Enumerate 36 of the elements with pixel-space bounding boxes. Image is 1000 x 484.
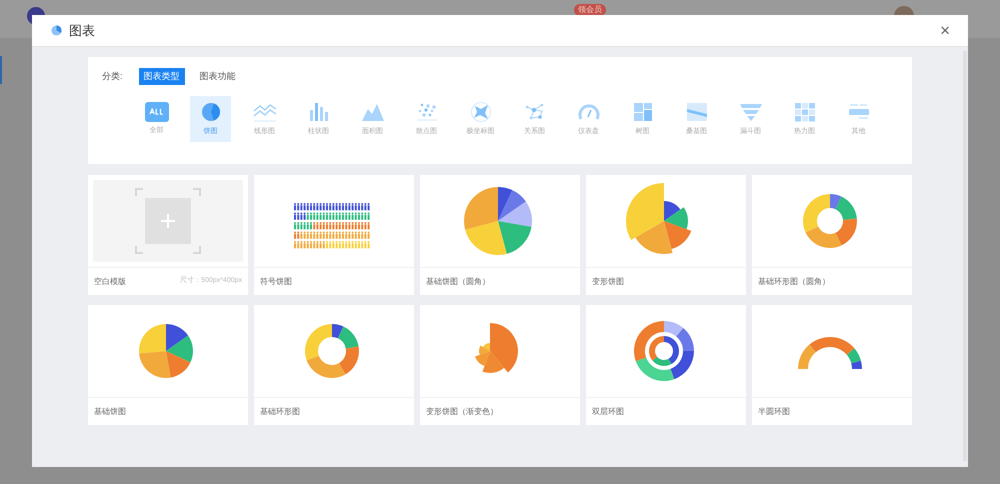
chart-icon <box>51 25 62 36</box>
template-name: 基础环形图 <box>260 406 300 418</box>
template-name: 基础环形图（圆角） <box>758 276 830 288</box>
double-ring-chart-thumbnail <box>634 321 694 381</box>
plus-frame-icon <box>135 188 201 254</box>
template-name: 半圆环图 <box>758 406 790 418</box>
half-ring-chart-thumbnail <box>798 337 862 369</box>
rose-chart-thumbnail <box>474 323 518 373</box>
template-card[interactable]: 基础环形图 <box>254 305 414 425</box>
member-badge[interactable]: 领会员 <box>574 4 606 16</box>
template-card[interactable]: 基础饼图（圆角） <box>420 175 580 295</box>
close-button[interactable]: × <box>940 22 950 39</box>
pie-chart-thumbnail <box>139 324 193 378</box>
template-card[interactable]: 变形饼图（渐变色） <box>420 305 580 425</box>
filter-tab[interactable]: 图表类型 <box>138 68 185 85</box>
filter-label: 分类: <box>102 70 123 83</box>
template-name: 基础饼图（圆角） <box>426 276 490 288</box>
pie-chart-thumbnail <box>464 187 532 255</box>
template-name: 基础饼图 <box>94 406 126 418</box>
template-name: 变形饼图（渐变色） <box>426 406 498 418</box>
dialog-title: 图表 <box>69 22 95 40</box>
template-name: 双层环图 <box>592 406 624 418</box>
template-name: 符号饼图 <box>260 276 292 288</box>
all-icon <box>144 102 168 122</box>
donut-chart-thumbnail <box>803 194 857 248</box>
template-card[interactable]: 基础环形图（圆角） <box>752 175 912 295</box>
filter-tab[interactable]: 图表功能 <box>194 68 241 85</box>
template-card[interactable]: 双层环图 <box>586 305 746 425</box>
template-card[interactable]: 半圆环图 <box>752 305 912 425</box>
template-card[interactable]: 符号饼图 <box>254 175 414 295</box>
template-card[interactable]: 基础饼图 <box>88 305 248 425</box>
template-name: 变形饼图 <box>592 276 624 288</box>
donut-chart-thumbnail <box>305 324 359 378</box>
rose-chart-thumbnail <box>626 183 692 254</box>
template-name: 空白模版 <box>94 276 126 288</box>
template-card[interactable]: 变形饼图 <box>586 175 746 295</box>
